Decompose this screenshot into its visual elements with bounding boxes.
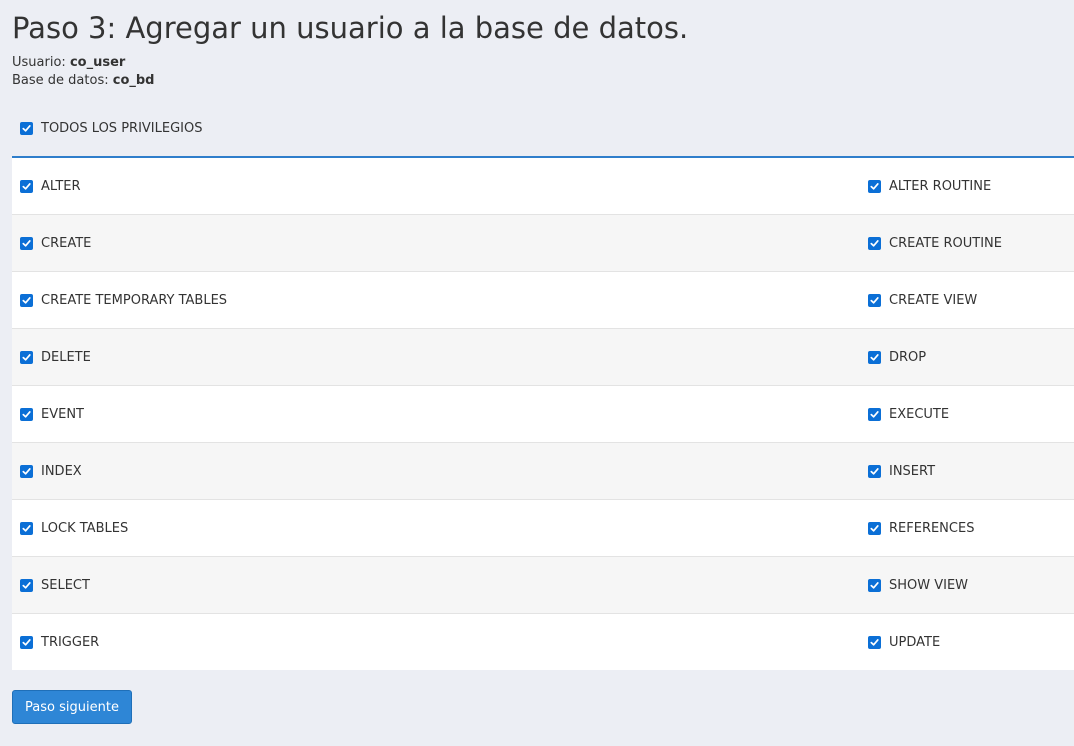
privilege-label: INSERT — [889, 463, 936, 479]
privilege-row: ALTER ALTER ROUTINE — [12, 158, 1074, 215]
privilege-label: CREATE TEMPORARY TABLES — [41, 292, 228, 308]
checkbox-checked-icon[interactable] — [868, 350, 881, 364]
privilege-checkbox-execute[interactable]: EXECUTE — [868, 386, 949, 442]
checkbox-checked-icon[interactable] — [20, 350, 33, 364]
privilege-checkbox-create[interactable]: CREATE — [20, 215, 91, 271]
privilege-label: UPDATE — [889, 634, 941, 650]
checkbox-checked-icon[interactable] — [868, 179, 881, 193]
privilege-label: EXECUTE — [889, 406, 950, 422]
privilege-checkbox-select[interactable]: SELECT — [20, 557, 90, 613]
privilege-label: DROP — [889, 349, 927, 365]
next-step-button[interactable]: Paso siguiente — [12, 690, 132, 724]
privilege-checkbox-event[interactable]: EVENT — [20, 386, 84, 442]
privilege-row: LOCK TABLES REFERENCES — [12, 500, 1074, 557]
privilege-label: INDEX — [41, 463, 82, 479]
page-title: Paso 3: Agregar un usuario a la base de … — [12, 11, 689, 45]
privilege-checkbox-show-view[interactable]: SHOW VIEW — [868, 557, 968, 613]
privilege-label: LOCK TABLES — [41, 520, 129, 536]
user-value: co_user — [69, 55, 126, 70]
privilege-checkbox-create-view[interactable]: CREATE VIEW — [868, 272, 977, 328]
checkbox-checked-icon[interactable] — [868, 407, 881, 421]
privilege-label: ALTER — [41, 178, 81, 194]
privilege-label: DELETE — [41, 349, 91, 365]
privilege-label: REFERENCES — [889, 520, 975, 536]
database-info-line: Base de datos: co_bd — [12, 72, 154, 90]
privilege-row: TRIGGER UPDATE — [12, 614, 1074, 670]
privilege-label: TRIGGER — [41, 634, 100, 650]
checkbox-checked-icon[interactable] — [20, 293, 33, 307]
checkbox-checked-icon[interactable] — [868, 521, 881, 535]
user-label: Usuario: — [12, 55, 66, 70]
all-privileges-checkbox[interactable]: TODOS LOS PRIVILEGIOS — [20, 119, 202, 137]
privilege-row: EVENT EXECUTE — [12, 386, 1074, 443]
privilege-label: SELECT — [41, 577, 90, 593]
privilege-row: CREATE TEMPORARY TABLES CREATE VIEW — [12, 272, 1074, 329]
privilege-row: SELECT SHOW VIEW — [12, 557, 1074, 614]
checkbox-checked-icon[interactable] — [20, 521, 33, 535]
privilege-checkbox-alter-routine[interactable]: ALTER ROUTINE — [868, 158, 991, 214]
privilege-row: INDEX INSERT — [12, 443, 1074, 500]
privilege-checkbox-index[interactable]: INDEX — [20, 443, 82, 499]
privileges-table: ALTER ALTER ROUTINE CREATE CREATE ROUTINE CR… — [12, 156, 1074, 670]
checkbox-checked-icon[interactable] — [20, 121, 33, 135]
privilege-checkbox-references[interactable]: REFERENCES — [868, 500, 974, 556]
privilege-checkbox-create-temporary-tables[interactable]: CREATE TEMPORARY TABLES — [20, 272, 227, 328]
checkbox-checked-icon[interactable] — [20, 635, 33, 649]
privilege-checkbox-lock-tables[interactable]: LOCK TABLES — [20, 500, 128, 556]
privilege-label: EVENT — [41, 406, 84, 422]
user-info: Usuario: co_user — [12, 54, 154, 72]
checkbox-checked-icon[interactable] — [868, 293, 881, 307]
privilege-checkbox-insert[interactable]: INSERT — [868, 443, 935, 499]
privilege-label: CREATE VIEW — [889, 292, 978, 308]
privilege-label: CREATE — [41, 235, 92, 251]
privilege-checkbox-trigger[interactable]: TRIGGER — [20, 614, 99, 670]
privilege-row: DELETE DROP — [12, 329, 1074, 386]
privilege-checkbox-create-routine[interactable]: CREATE ROUTINE — [868, 215, 1002, 271]
privilege-label: ALTER ROUTINE — [889, 178, 992, 194]
checkbox-checked-icon[interactable] — [20, 578, 33, 592]
all-privileges-label: TODOS LOS PRIVILEGIOS — [41, 120, 203, 136]
checkbox-checked-icon[interactable] — [868, 236, 881, 250]
checkbox-checked-icon[interactable] — [20, 179, 33, 193]
privilege-checkbox-update[interactable]: UPDATE — [868, 614, 940, 670]
checkbox-checked-icon[interactable] — [868, 578, 881, 592]
checkbox-checked-icon[interactable] — [868, 635, 881, 649]
checkbox-checked-icon[interactable] — [868, 464, 881, 478]
privilege-label: SHOW VIEW — [889, 577, 969, 593]
database-label: Base de datos: — [12, 73, 109, 88]
privilege-checkbox-alter[interactable]: ALTER — [20, 158, 81, 214]
privilege-row: CREATE CREATE ROUTINE — [12, 215, 1074, 272]
checkbox-checked-icon[interactable] — [20, 407, 33, 421]
database-value: co_bd — [112, 73, 155, 88]
checkbox-checked-icon[interactable] — [20, 464, 33, 478]
database-info: Usuario: co_user Base de datos: co_bd — [12, 54, 154, 90]
privilege-label: CREATE ROUTINE — [889, 235, 1002, 251]
privilege-checkbox-delete[interactable]: DELETE — [20, 329, 91, 385]
privilege-checkbox-drop[interactable]: DROP — [868, 329, 926, 385]
checkbox-checked-icon[interactable] — [20, 236, 33, 250]
